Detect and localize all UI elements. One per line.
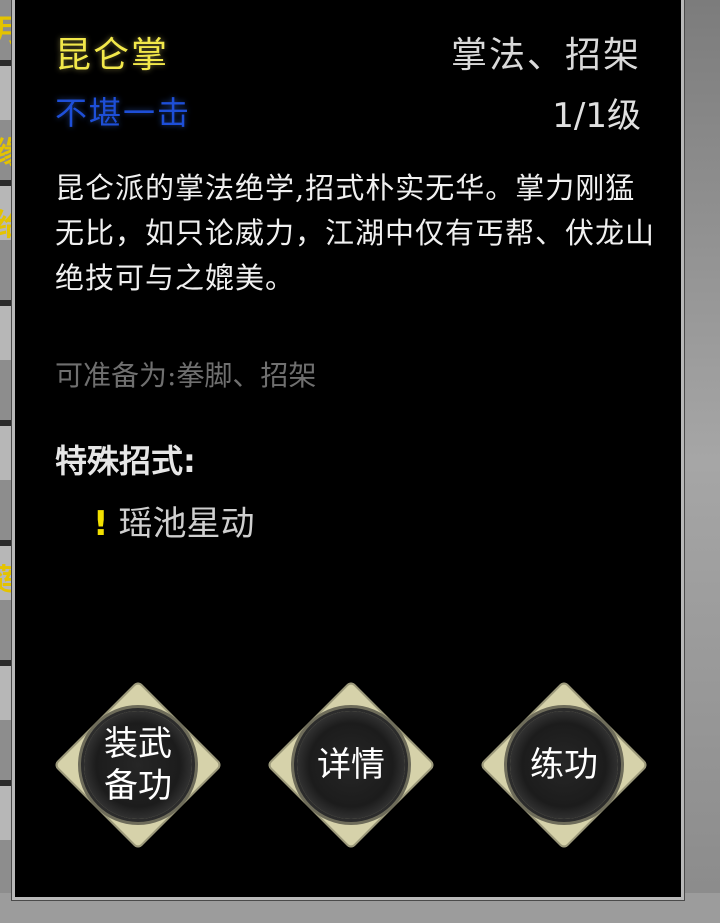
skill-name: 昆仑掌 (55, 35, 170, 76)
skill-type: 掌法、招架 (450, 35, 641, 76)
practice-label: 练功 (530, 745, 598, 785)
equip-skill-button[interactable]: 装武 备功 (53, 680, 223, 850)
background-right-strip (680, 0, 720, 923)
skill-description: 昆仑派的掌法绝学,招式朴实无华。掌力刚猛无比，如只论威力，江湖中仅有丐帮、伏龙山… (55, 171, 656, 295)
equip-skill-label: 装武 备功 (104, 724, 172, 806)
details-button[interactable]: 详情 (266, 680, 436, 850)
practice-button[interactable]: 练功 (479, 680, 649, 850)
equip-as-text: 可准备为:拳脚、招架 (55, 359, 317, 392)
special-move-item[interactable]: ! 瑶池星动 (93, 496, 255, 545)
exclamation-icon: ! (93, 504, 109, 544)
skill-level: 1/1级 (552, 96, 641, 136)
skill-grade: 不堪一击 (55, 94, 192, 132)
special-move-label: 瑶池星动 (118, 504, 255, 544)
details-label: 详情 (317, 745, 385, 785)
skill-detail-panel: 昆仑掌 掌法、招架 不堪一击 1/1级 昆仑派的掌法绝学,招式朴实无华。掌力刚猛… (12, 0, 684, 900)
special-moves-title: 特殊招式: (55, 442, 196, 480)
